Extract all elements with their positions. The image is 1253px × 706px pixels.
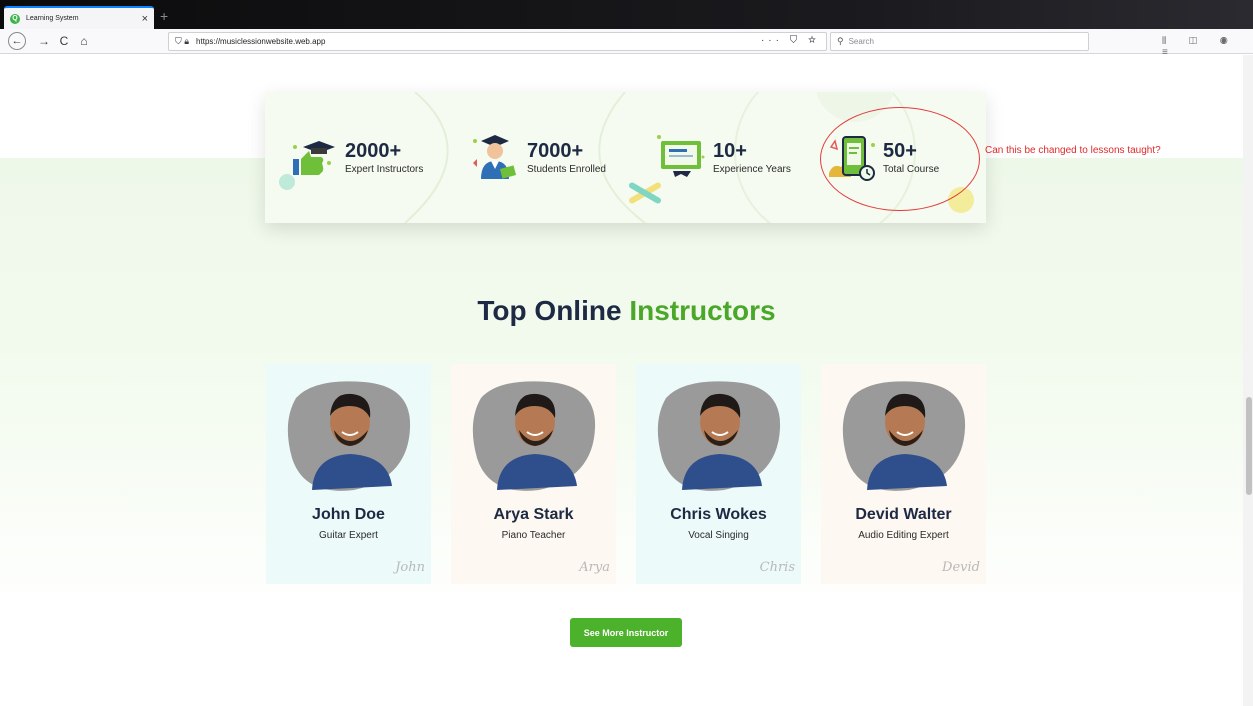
stat-students-enrolled: 7000+ Students Enrolled — [471, 92, 606, 223]
graduation-thumbs-up-icon — [293, 140, 335, 175]
url-text: https://musiclessionwebsite.web.app — [196, 37, 326, 46]
instructor-name: John Doe — [312, 506, 385, 523]
stat-label: Expert Instructors — [345, 164, 424, 175]
browser-tab-learning-system[interactable]: Q Learning System × — [4, 6, 154, 29]
section-title-accent: Instructors — [629, 295, 776, 326]
page-actions-icon[interactable]: ··· ⛉ ☆ — [761, 35, 820, 46]
instructor-photo — [472, 381, 596, 491]
instructor-name: Arya Stark — [493, 506, 574, 523]
instructor-photo — [657, 381, 781, 491]
search-icon: ⚲ — [837, 36, 844, 46]
search-placeholder: Search — [848, 37, 874, 46]
back-arrow-icon[interactable]: ← — [8, 32, 26, 50]
instructor-signature: Arya — [579, 560, 610, 575]
browser-nav-bar: ← → C ⌂ ⛉ 🔒︎ https://musiclessionwebsite… — [0, 29, 1253, 58]
instructor-card[interactable]: Chris Wokes Vocal Singing Chris — [636, 364, 801, 584]
instructor-card[interactable]: John Doe Guitar Expert John — [266, 364, 431, 584]
stat-value: 10+ — [713, 140, 747, 162]
stat-expert-instructors: 2000+ Expert Instructors — [289, 92, 423, 223]
reload-icon[interactable]: C — [56, 33, 72, 49]
instructor-name: Devid Walter — [855, 506, 952, 523]
instructor-signature: John — [395, 560, 425, 575]
instructor-role: Guitar Expert — [319, 530, 378, 541]
stat-value: 2000+ — [345, 140, 402, 162]
browser-search-input[interactable]: ⚲ Search — [830, 32, 1089, 51]
instructor-signature: Devid — [942, 560, 980, 575]
annotation-comment: Can this be changed to lessons taught? — [985, 145, 1161, 156]
section-title-main: Top Online — [477, 295, 630, 326]
stat-label: Students Enrolled — [527, 164, 606, 175]
certificate-icon — [657, 134, 705, 177]
see-more-instructor-button[interactable]: See More Instructor — [570, 618, 682, 647]
instructor-role: Vocal Singing — [688, 530, 749, 541]
section-title: Top Online Instructors — [0, 295, 1253, 327]
graduate-student-icon — [473, 134, 517, 179]
url-bar[interactable]: ⛉ 🔒︎ https://musiclessionwebsite.web.app… — [168, 32, 827, 51]
stat-value: 7000+ — [527, 140, 584, 162]
annotation-circle — [820, 107, 980, 211]
instructor-name: Chris Wokes — [670, 506, 767, 523]
instructor-role: Audio Editing Expert — [858, 530, 949, 541]
tab-title: Learning System — [26, 15, 79, 22]
shield-lock-icon[interactable]: ⛉ 🔒︎ — [175, 36, 189, 47]
home-icon[interactable]: ⌂ — [76, 33, 92, 49]
instructor-role: Piano Teacher — [501, 530, 566, 541]
scrollbar-thumb[interactable] — [1246, 397, 1252, 495]
section-background — [0, 158, 1253, 618]
tab-close-icon[interactable]: × — [142, 13, 148, 25]
instructor-signature: Chris — [759, 560, 795, 575]
browser-tab-bar: Q Learning System × + — [0, 0, 1253, 29]
stat-experience-years: 10+ Experience Years — [657, 92, 791, 223]
site-favicon-icon: Q — [10, 13, 20, 24]
stat-label: Experience Years — [713, 164, 791, 175]
page-scrollbar[interactable] — [1243, 55, 1253, 706]
forward-arrow-icon[interactable]: → — [36, 33, 52, 49]
instructor-photo — [287, 381, 411, 491]
instructor-card[interactable]: Arya Stark Piano Teacher Arya — [451, 364, 616, 584]
page-content: 2000+ Expert Instructors 7000+ Students … — [0, 55, 1253, 706]
instructor-photo — [842, 381, 966, 491]
instructor-card[interactable]: Devid Walter Audio Editing Expert Devid — [821, 364, 986, 584]
new-tab-icon[interactable]: + — [160, 8, 168, 24]
